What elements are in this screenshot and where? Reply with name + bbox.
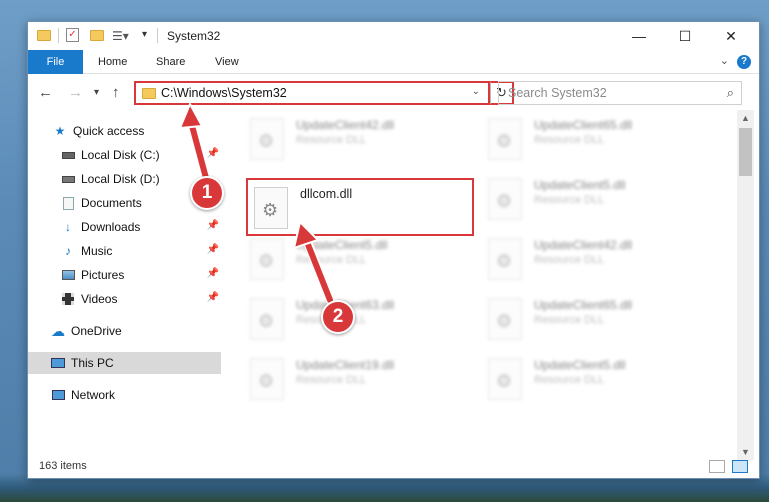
- arrow-1-head: [178, 101, 204, 130]
- annotation-arrows: [178, 101, 335, 305]
- arrow-2-head: [292, 220, 320, 250]
- callout-step-2: 2: [321, 300, 355, 334]
- arrow-1: [188, 119, 209, 181]
- callout-step-1: 1: [190, 176, 224, 210]
- arrow-2: [304, 239, 333, 303]
